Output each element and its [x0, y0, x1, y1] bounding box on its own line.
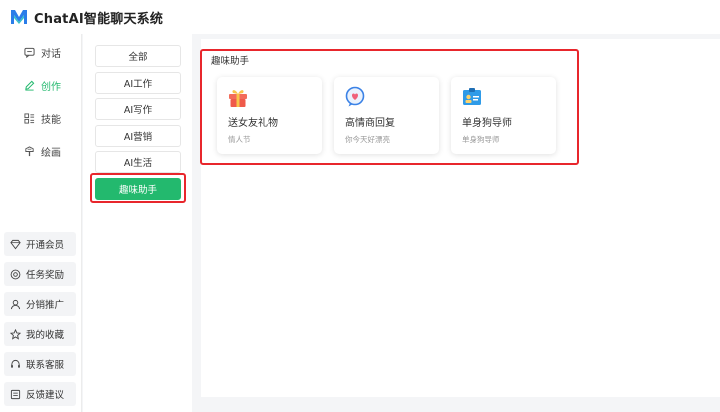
sidebar-item-chat[interactable]: 对话	[8, 38, 76, 66]
sidebar-item-label: 对话	[41, 48, 61, 60]
user-icon	[10, 299, 21, 310]
star-icon	[10, 328, 21, 340]
sidebar-item-distribution[interactable]: 分销推广	[4, 292, 76, 316]
category-ai-life-button[interactable]: AI生活	[95, 151, 181, 173]
paint-icon	[23, 145, 35, 157]
sidebar-item-label: 技能	[41, 114, 61, 126]
feedback-icon	[10, 389, 21, 400]
category-ai-marketing-button[interactable]: AI营销	[95, 125, 181, 147]
category-list: 全部 AI工作 AI写作 AI营销 AI生活 趣味助手	[83, 34, 192, 412]
sidebar-item-skills[interactable]: 技能	[8, 104, 76, 132]
sidebar: 对话 创作 技能 绘画 开通会员 任务奖励 分销推广 我的收藏 联系客服 反馈建…	[0, 34, 82, 412]
app-header: ChatAI智能聊天系统	[0, 0, 720, 34]
sidebar-item-label: 联系客服	[26, 360, 65, 371]
sidebar-item-favorites[interactable]: 我的收藏	[4, 322, 76, 346]
sidebar-item-label: 绘画	[41, 147, 61, 159]
highlight-box-cards	[200, 49, 579, 165]
sidebar-item-paint[interactable]: 绘画	[8, 137, 76, 165]
pen-icon	[23, 79, 35, 91]
sidebar-item-support[interactable]: 联系客服	[4, 352, 76, 376]
app-logo-icon[interactable]	[10, 8, 28, 26]
sidebar-item-feedback[interactable]: 反馈建议	[4, 382, 76, 406]
app-title: ChatAI智能聊天系统	[34, 11, 164, 27]
highlight-box-category	[90, 173, 186, 203]
sidebar-item-label: 创作	[41, 81, 61, 93]
sidebar-item-create[interactable]: 创作	[8, 71, 76, 99]
reward-icon	[10, 269, 21, 280]
chat-icon	[23, 46, 35, 58]
skills-icon	[23, 112, 35, 124]
category-all-button[interactable]: 全部	[95, 45, 181, 67]
sidebar-item-label: 分销推广	[26, 300, 65, 311]
sidebar-item-label: 反馈建议	[26, 390, 65, 401]
sidebar-item-membership[interactable]: 开通会员	[4, 232, 76, 256]
sidebar-item-label: 任务奖励	[26, 270, 65, 281]
sidebar-item-label: 开通会员	[26, 240, 65, 251]
headset-icon	[10, 359, 21, 370]
sidebar-item-label: 我的收藏	[26, 330, 65, 341]
diamond-icon	[10, 239, 21, 250]
category-ai-writing-button[interactable]: AI写作	[95, 98, 181, 120]
sidebar-item-task-reward[interactable]: 任务奖励	[4, 262, 76, 286]
category-ai-work-button[interactable]: AI工作	[95, 72, 181, 94]
